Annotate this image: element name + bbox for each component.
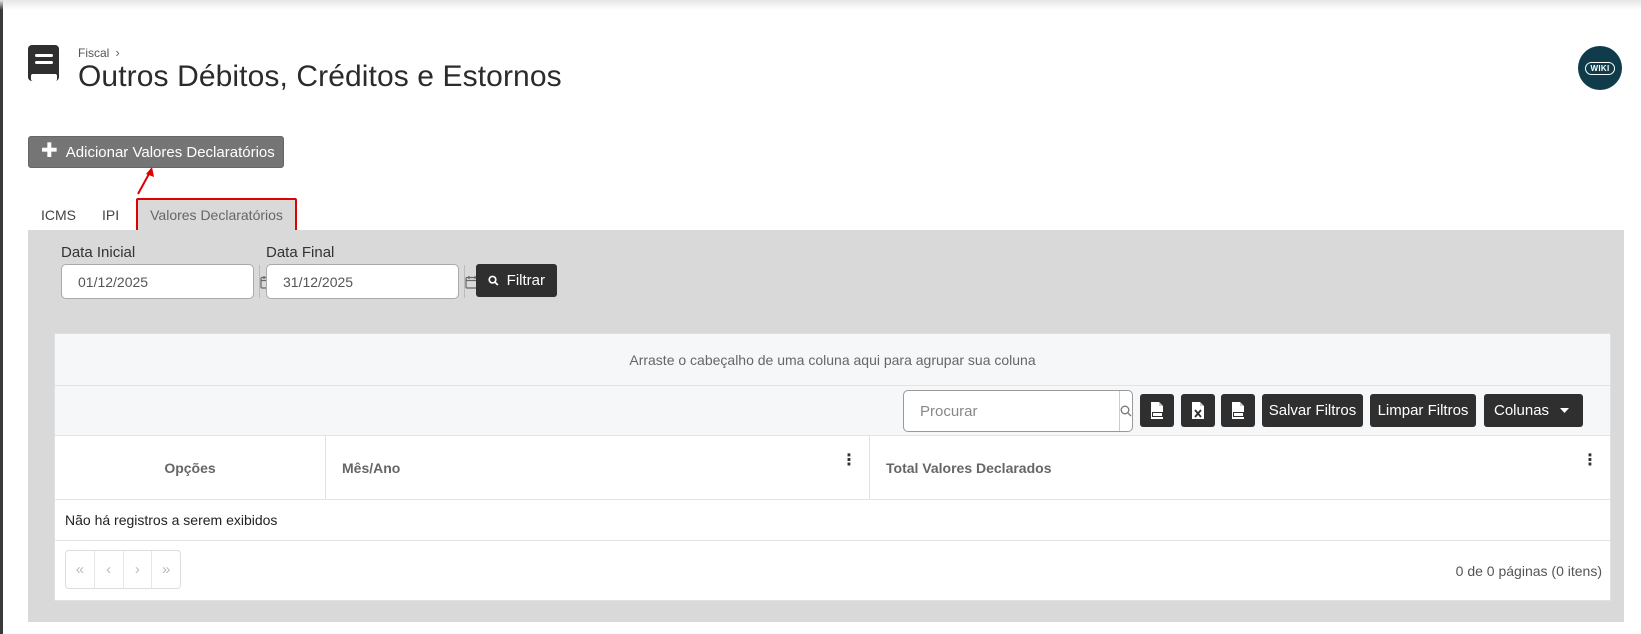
grid-header: Opções Mês/Ano ⋮ Total Valores Declarado… xyxy=(55,436,1610,500)
caret-down-icon xyxy=(1560,408,1569,413)
start-date-label: Data Inicial xyxy=(61,244,136,261)
first-page-button[interactable]: « xyxy=(66,551,95,588)
grid-search xyxy=(903,390,1133,432)
window-edge xyxy=(0,0,3,634)
page-title: Outros Débitos, Créditos e Estornos xyxy=(78,60,562,93)
column-menu-icon[interactable]: ⋮ xyxy=(841,453,857,469)
tab-icms[interactable]: ICMS xyxy=(28,198,89,232)
column-label: Total Valores Declarados xyxy=(886,460,1052,476)
end-date-label: Data Final xyxy=(266,244,335,261)
tab-valores-declaratorios[interactable]: Valores Declaratórios xyxy=(136,198,297,232)
search-input[interactable] xyxy=(904,391,1119,431)
pager: « ‹ › » xyxy=(65,550,181,589)
data-grid: Arraste o cabeçalho de uma coluna aqui p… xyxy=(54,333,1611,601)
last-page-button[interactable]: » xyxy=(152,551,180,588)
export-csv-button[interactable] xyxy=(1221,394,1255,427)
column-label: Mês/Ano xyxy=(342,460,401,476)
save-filters-button[interactable]: Salvar Filtros xyxy=(1262,394,1363,427)
empty-message: Não há registros a serem exibidos xyxy=(55,500,1610,541)
column-mes-ano[interactable]: Mês/Ano ⋮ xyxy=(326,436,870,500)
breadcrumb: Fiscal › xyxy=(78,45,120,60)
search-icon xyxy=(488,275,499,286)
csv-file-icon xyxy=(1232,402,1244,419)
chevron-right-icon: › xyxy=(115,45,120,60)
end-date-field xyxy=(266,264,479,299)
filter-button[interactable]: Filtrar xyxy=(476,264,557,297)
top-shadow xyxy=(0,0,1641,10)
add-button-label: Adicionar Valores Declaratórios xyxy=(65,143,275,161)
pdf-file-icon xyxy=(1151,402,1163,419)
start-date-field xyxy=(61,264,274,299)
breadcrumb-fiscal[interactable]: Fiscal xyxy=(78,46,109,60)
clear-filters-button[interactable]: Limpar Filtros xyxy=(1370,394,1476,427)
prev-page-button[interactable]: ‹ xyxy=(95,551,124,588)
next-page-button[interactable]: › xyxy=(124,551,153,588)
column-menu-icon[interactable]: ⋮ xyxy=(1582,453,1598,469)
column-label: Opções xyxy=(164,460,216,476)
wiki-button[interactable]: WIKI xyxy=(1578,46,1622,90)
group-hint: Arraste o cabeçalho de uma coluna aqui p… xyxy=(629,351,1036,368)
tab-bar: ICMS IPI Valores Declaratórios xyxy=(28,198,297,232)
end-date-input[interactable] xyxy=(267,265,464,298)
start-date-input[interactable] xyxy=(62,265,259,298)
excel-file-icon xyxy=(1192,402,1204,419)
book-icon xyxy=(28,45,59,81)
plus-icon: ✚ xyxy=(41,140,58,162)
columns-button[interactable]: Colunas xyxy=(1484,394,1583,427)
group-drop-area[interactable]: Arraste o cabeçalho de uma coluna aqui p… xyxy=(55,334,1610,386)
page-info: 0 de 0 páginas (0 itens) xyxy=(1455,563,1602,579)
search-icon[interactable] xyxy=(1119,391,1132,431)
filter-button-label: Filtrar xyxy=(506,272,545,289)
column-total-valores[interactable]: Total Valores Declarados ⋮ xyxy=(870,436,1610,500)
pager-row: « ‹ › » 0 de 0 páginas (0 itens) xyxy=(55,541,1610,600)
column-opcoes[interactable]: Opções xyxy=(55,436,326,500)
wiki-label: WIKI xyxy=(1584,61,1616,75)
grid-toolbar: Salvar Filtros Limpar Filtros Colunas xyxy=(55,386,1610,436)
export-pdf-button[interactable] xyxy=(1140,394,1174,427)
export-excel-button[interactable] xyxy=(1181,394,1215,427)
tab-ipi[interactable]: IPI xyxy=(89,198,132,232)
columns-button-label: Colunas xyxy=(1494,402,1550,419)
